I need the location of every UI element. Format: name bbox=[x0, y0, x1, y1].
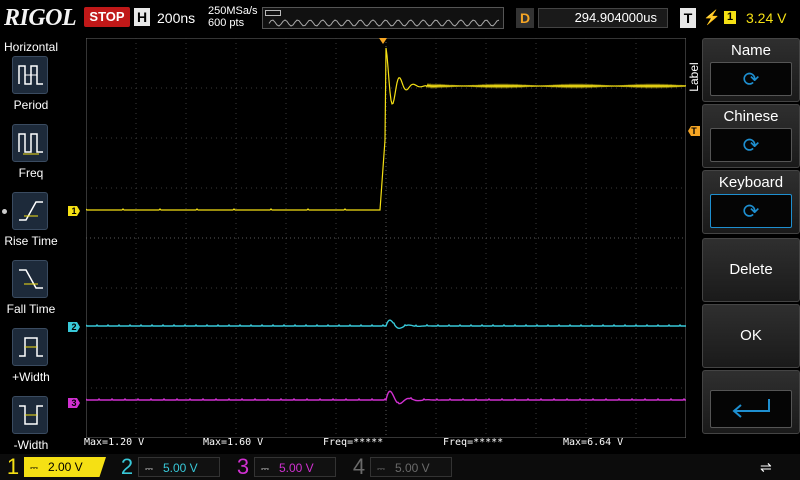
fall-time-icon[interactable] bbox=[12, 260, 48, 298]
measure-period-item[interactable]: Period bbox=[0, 56, 62, 120]
period-icon[interactable] bbox=[12, 56, 48, 94]
enter-softkey[interactable] bbox=[702, 370, 800, 434]
run-stop-button[interactable]: STOP bbox=[84, 7, 130, 27]
negative-width-icon[interactable] bbox=[12, 396, 48, 434]
name-softkey-label: Name bbox=[730, 42, 771, 59]
delete-softkey-label: Delete bbox=[729, 261, 773, 278]
ok-softkey[interactable]: OK bbox=[702, 304, 800, 368]
channel-1-scale: ⎓ 2.00 V bbox=[24, 457, 106, 477]
channel-1-status[interactable]: 1 ⎓ 2.00 V bbox=[2, 454, 114, 480]
channel-3-number: 3 bbox=[236, 454, 250, 479]
measurement-ch1-max: Max=6.64 V bbox=[563, 437, 624, 448]
channel-2-status[interactable]: 2 ⎓ 5.00 V bbox=[116, 454, 228, 480]
channel-2-scale: ⎓ 5.00 V bbox=[138, 457, 220, 477]
measure-positive-width-item[interactable]: +Width bbox=[0, 328, 62, 392]
memory-waveform-preview bbox=[268, 19, 500, 27]
positive-width-icon[interactable] bbox=[12, 328, 48, 366]
channel-1-number: 1 bbox=[6, 454, 20, 479]
waveform-display[interactable] bbox=[86, 38, 686, 438]
enter-icon bbox=[710, 390, 792, 428]
trigger-level-value[interactable]: 3.24 V bbox=[746, 10, 786, 26]
knob-rotate-icon: ⟳ bbox=[710, 128, 792, 162]
top-status-bar: RIGOL STOP H 200ns 250MSa/s 600 pts D 29… bbox=[0, 0, 800, 36]
channel-1-marker[interactable]: 1 bbox=[68, 206, 80, 216]
knob-rotate-icon: ⟳ bbox=[710, 194, 792, 228]
channel-3-marker[interactable]: 3 bbox=[68, 398, 80, 408]
chinese-softkey[interactable]: Chinese ⟳ bbox=[702, 104, 800, 168]
usb-icon: ⇌ bbox=[760, 459, 772, 475]
measurement-ch2-max: Max=1.20 V bbox=[84, 437, 145, 448]
timebase-value[interactable]: 200ns bbox=[157, 10, 195, 26]
measure-fall-time-item[interactable]: Fall Time bbox=[0, 260, 62, 324]
horizontal-badge: H bbox=[134, 8, 150, 26]
delete-softkey[interactable]: Delete bbox=[702, 238, 800, 302]
measurement-ch1-freq: Freq=***** bbox=[323, 437, 384, 448]
measure-negative-width-label: -Width bbox=[13, 438, 49, 452]
channel-status-bar: 1 ⎓ 2.00 V 2 ⎓ 5.00 V 3 ⎓ 5.00 V 4 ⎓ 5.00 V … bbox=[0, 454, 800, 480]
dc-coupling-icon: ⎓ bbox=[377, 464, 385, 475]
measure-rise-time-label: Rise Time bbox=[4, 234, 58, 248]
delay-badge: D bbox=[516, 8, 534, 28]
chinese-softkey-label: Chinese bbox=[723, 108, 779, 125]
menu-tab-label: Label bbox=[687, 62, 701, 92]
channel-2-number: 2 bbox=[120, 454, 134, 479]
dc-coupling-icon: ⎓ bbox=[145, 464, 153, 475]
channel-4-status[interactable]: 4 ⎓ 5.00 V bbox=[348, 454, 460, 480]
freq-icon[interactable] bbox=[12, 124, 48, 162]
acquisition-info: 250MSa/s 600 pts bbox=[208, 5, 258, 29]
name-softkey[interactable]: Name ⟳ bbox=[702, 38, 800, 102]
keyboard-softkey-label: Keyboard bbox=[718, 174, 784, 191]
trigger-level-marker[interactable]: T bbox=[688, 126, 700, 136]
measurement-ch3-max: Max=1.60 V bbox=[203, 437, 264, 448]
measure-freq-label: Freq bbox=[18, 166, 44, 180]
measure-rise-time-item[interactable]: Rise Time bbox=[0, 192, 62, 256]
trigger-badge: T bbox=[680, 8, 696, 28]
channel-4-number: 4 bbox=[352, 454, 366, 479]
channel-2-marker[interactable]: 2 bbox=[68, 322, 80, 332]
rising-edge-icon: ⚡ bbox=[703, 9, 721, 25]
dc-coupling-icon: ⎓ bbox=[30, 463, 38, 474]
knob-rotate-icon: ⟳ bbox=[710, 62, 792, 96]
measure-positive-width-label: +Width bbox=[12, 370, 50, 384]
sample-rate: 250MSa/s bbox=[208, 5, 258, 17]
measure-freq-item[interactable]: Freq bbox=[0, 124, 62, 188]
measurement-ch2-freq: Freq=***** bbox=[443, 437, 504, 448]
channel-4-scale: ⎓ 5.00 V bbox=[370, 457, 452, 477]
channel-3-status[interactable]: 3 ⎓ 5.00 V bbox=[232, 454, 344, 480]
measure-fall-time-label: Fall Time bbox=[6, 302, 56, 316]
memory-depth: 600 pts bbox=[208, 17, 245, 29]
keyboard-softkey[interactable]: Keyboard ⟳ bbox=[702, 170, 800, 234]
label-softkey-menu: Name ⟳ Chinese ⟳ Keyboard ⟳ Delete OK bbox=[702, 38, 800, 454]
brand-logo: RIGOL bbox=[4, 5, 77, 31]
memory-window-indicator bbox=[265, 10, 281, 16]
horizontal-delay-value[interactable]: 294.904000us bbox=[538, 8, 668, 28]
ok-softkey-label: OK bbox=[740, 327, 762, 344]
panel-title: Horizontal bbox=[3, 40, 59, 54]
measure-period-label: Period bbox=[13, 98, 49, 112]
horizontal-measure-panel: Horizontal Period Freq Rise Time Fall Ti… bbox=[0, 36, 62, 454]
trigger-source-channel: 1 bbox=[724, 11, 736, 24]
measure-negative-width-item[interactable]: -Width bbox=[0, 396, 62, 460]
dc-coupling-icon: ⎓ bbox=[261, 464, 269, 475]
memory-overview-bar[interactable] bbox=[262, 7, 504, 29]
channel-3-scale: ⎓ 5.00 V bbox=[254, 457, 336, 477]
rise-time-icon[interactable] bbox=[12, 192, 48, 230]
